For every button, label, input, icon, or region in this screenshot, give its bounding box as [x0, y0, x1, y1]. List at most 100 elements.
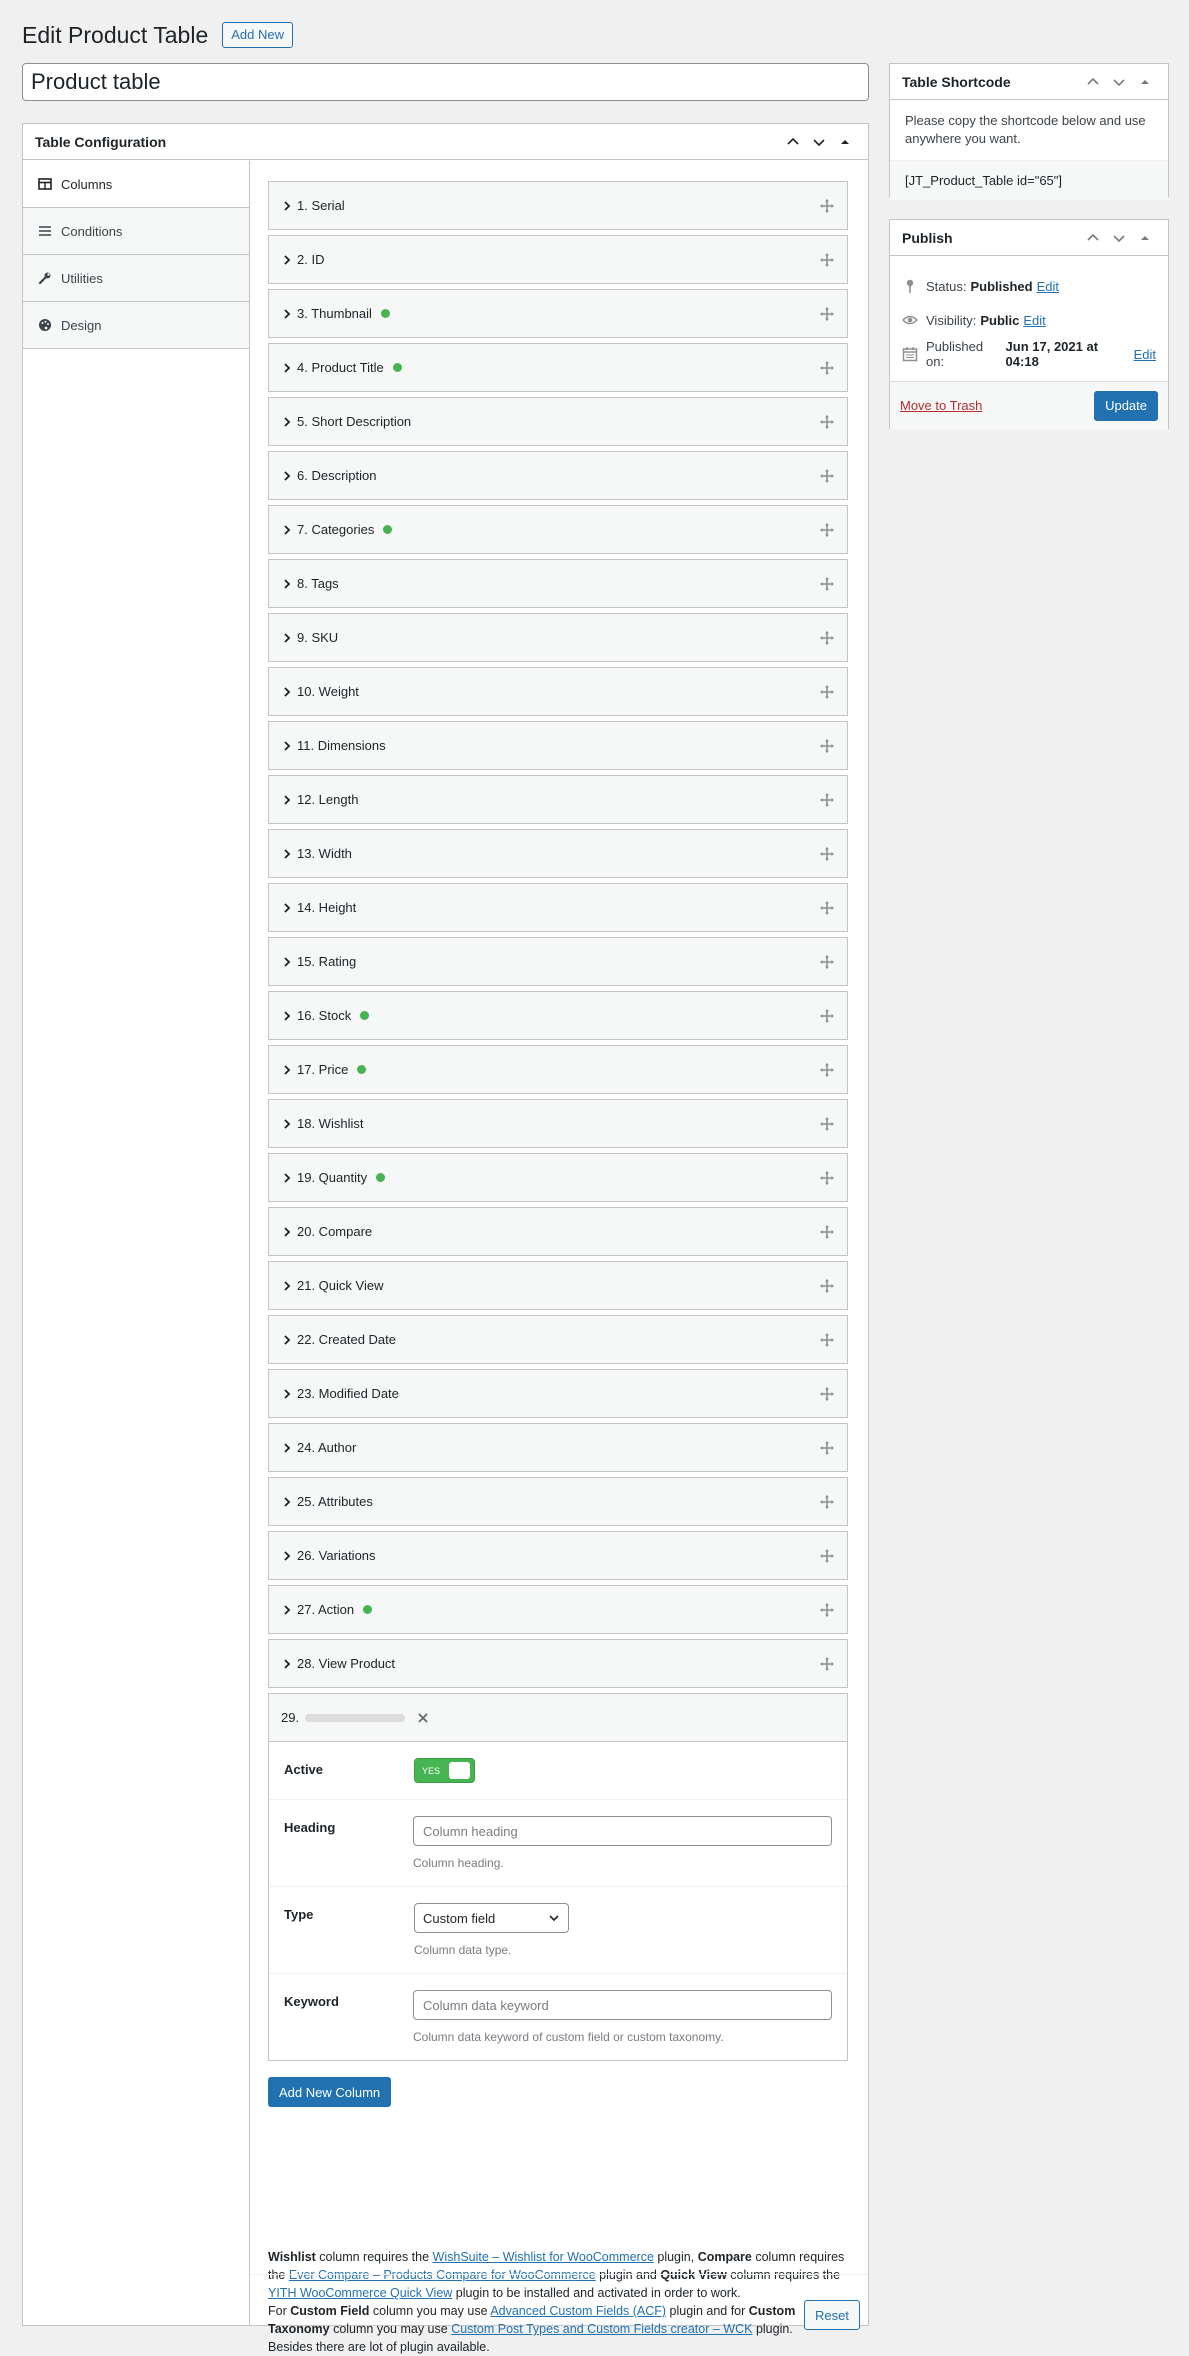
column-item[interactable]: 23. Modified Date — [268, 1369, 848, 1418]
column-item[interactable]: 15. Rating — [268, 937, 848, 986]
update-button[interactable]: Update — [1094, 390, 1158, 421]
column-item[interactable]: 22. Created Date — [268, 1315, 848, 1364]
column-item[interactable]: 24. Author — [268, 1423, 848, 1472]
edit-visibility-link[interactable]: Edit — [1023, 313, 1045, 328]
column-item[interactable]: 27. Action — [268, 1585, 848, 1634]
drag-handle-icon[interactable] — [819, 414, 835, 430]
column-item[interactable]: 3. Thumbnail — [268, 289, 848, 338]
tab-columns[interactable]: Columns — [23, 161, 250, 208]
column-item[interactable]: 10. Weight — [268, 667, 848, 716]
publish-title: Publish — [902, 229, 953, 246]
column-item[interactable]: 6. Description — [268, 451, 848, 500]
drag-handle-icon[interactable] — [819, 1116, 835, 1132]
drag-handle-icon[interactable] — [819, 846, 835, 862]
collapse-toggle-icon[interactable] — [832, 129, 858, 155]
column-item[interactable]: 11. Dimensions — [268, 721, 848, 770]
column-item[interactable]: 4. Product Title — [268, 343, 848, 392]
tab-label: Utilities — [61, 270, 103, 286]
tab-utilities[interactable]: Utilities — [23, 255, 250, 302]
column-item[interactable]: 28. View Product — [268, 1639, 848, 1688]
drag-handle-icon[interactable] — [819, 360, 835, 376]
column-item-label: 24. Author — [297, 1440, 357, 1455]
move-down-icon[interactable] — [806, 129, 832, 155]
drag-handle-icon[interactable] — [819, 684, 835, 700]
drag-handle-icon[interactable] — [819, 1602, 835, 1618]
column-item[interactable]: 21. Quick View — [268, 1261, 848, 1310]
column-item[interactable]: 8. Tags — [268, 559, 848, 608]
drag-handle-icon[interactable] — [819, 1548, 835, 1564]
column-item[interactable]: 14. Height — [268, 883, 848, 932]
column-item[interactable]: 2. ID — [268, 235, 848, 284]
drag-handle-icon[interactable] — [819, 630, 835, 646]
move-down-icon[interactable] — [1106, 69, 1132, 95]
column-item[interactable]: 12. Length — [268, 775, 848, 824]
drag-handle-icon[interactable] — [819, 1170, 835, 1186]
column-item[interactable]: 16. Stock — [268, 991, 848, 1040]
column-item[interactable]: 26. Variations — [268, 1531, 848, 1580]
column-item[interactable]: 1. Serial — [268, 181, 848, 230]
column-item-expanded-header[interactable]: 29. — [269, 1694, 847, 1742]
tab-conditions[interactable]: Conditions — [23, 208, 250, 255]
type-select[interactable]: Custom field — [414, 1903, 569, 1933]
move-down-icon[interactable] — [1106, 225, 1132, 251]
column-item[interactable]: 19. Quantity — [268, 1153, 848, 1202]
drag-handle-icon[interactable] — [819, 738, 835, 754]
column-item[interactable]: 5. Short Description — [268, 397, 848, 446]
tab-design[interactable]: Design — [23, 302, 250, 349]
move-up-icon[interactable] — [1080, 69, 1106, 95]
close-icon[interactable] — [415, 1710, 431, 1726]
drag-handle-icon[interactable] — [819, 1386, 835, 1402]
drag-handle-icon[interactable] — [819, 792, 835, 808]
drag-handle-icon[interactable] — [819, 306, 835, 322]
wishsuite-link[interactable]: WishSuite – Wishlist for WooCommerce — [433, 2250, 654, 2264]
drag-handle-icon[interactable] — [819, 1062, 835, 1078]
toggle-text: YES — [422, 1765, 441, 1776]
active-toggle[interactable]: YES — [414, 1758, 475, 1783]
column-item[interactable]: 9. SKU — [268, 613, 848, 662]
keyword-input[interactable] — [413, 1990, 832, 2020]
reset-button[interactable]: Reset — [804, 2300, 860, 2330]
column-item[interactable]: 7. Categories — [268, 505, 848, 554]
ever-compare-link[interactable]: Ever Compare – Products Compare for WooC… — [289, 2268, 596, 2282]
move-up-icon[interactable] — [780, 129, 806, 155]
table-configuration-title: Table Configuration — [35, 133, 167, 150]
add-new-button[interactable]: Add New — [222, 22, 293, 48]
drag-handle-icon[interactable] — [819, 252, 835, 268]
drag-handle-icon[interactable] — [819, 468, 835, 484]
edit-status-link[interactable]: Edit — [1037, 279, 1059, 294]
collapse-toggle-icon[interactable] — [1132, 69, 1158, 95]
column-item[interactable]: 20. Compare — [268, 1207, 848, 1256]
collapse-toggle-icon[interactable] — [1132, 225, 1158, 251]
drag-handle-icon[interactable] — [819, 198, 835, 214]
move-to-trash-link[interactable]: Move to Trash — [900, 398, 1094, 413]
column-item[interactable]: 17. Price — [268, 1045, 848, 1094]
drag-handle-icon[interactable] — [819, 1224, 835, 1240]
drag-handle-icon[interactable] — [819, 1008, 835, 1024]
column-item[interactable]: 18. Wishlist — [268, 1099, 848, 1148]
add-new-column-button[interactable]: Add New Column — [268, 2077, 392, 2107]
column-item[interactable]: 25. Attributes — [268, 1477, 848, 1526]
post-title-input[interactable]: Product table — [22, 63, 869, 101]
drag-handle-icon[interactable] — [819, 1332, 835, 1348]
chevron-right-icon — [281, 578, 293, 590]
move-up-icon[interactable] — [1080, 225, 1106, 251]
page-header: Edit Product Table Add New — [22, 18, 293, 52]
acf-link[interactable]: Advanced Custom Fields (ACF) — [490, 2304, 666, 2318]
drag-handle-icon[interactable] — [819, 1440, 835, 1456]
drag-handle-icon[interactable] — [819, 1494, 835, 1510]
yith-quick-view-link[interactable]: YITH WooCommerce Quick View — [268, 2286, 452, 2300]
wck-link[interactable]: Custom Post Types and Custom Fields crea… — [451, 2322, 752, 2336]
drag-handle-icon[interactable] — [819, 1278, 835, 1294]
field-help: Column data keyword of custom field or c… — [413, 2030, 724, 2044]
column-item[interactable]: 13. Width — [268, 829, 848, 878]
edit-date-link[interactable]: Edit — [1134, 347, 1156, 362]
drag-handle-icon[interactable] — [819, 576, 835, 592]
drag-handle-icon[interactable] — [819, 900, 835, 916]
drag-handle-icon[interactable] — [819, 1656, 835, 1672]
heading-input[interactable] — [413, 1816, 832, 1846]
drag-handle-icon[interactable] — [819, 954, 835, 970]
pin-icon — [902, 278, 918, 294]
shortcode-value[interactable]: [JT_Product_Table id="65"] — [890, 160, 1168, 200]
drag-handle-icon[interactable] — [819, 522, 835, 538]
column-item-label: 9. SKU — [297, 630, 339, 645]
